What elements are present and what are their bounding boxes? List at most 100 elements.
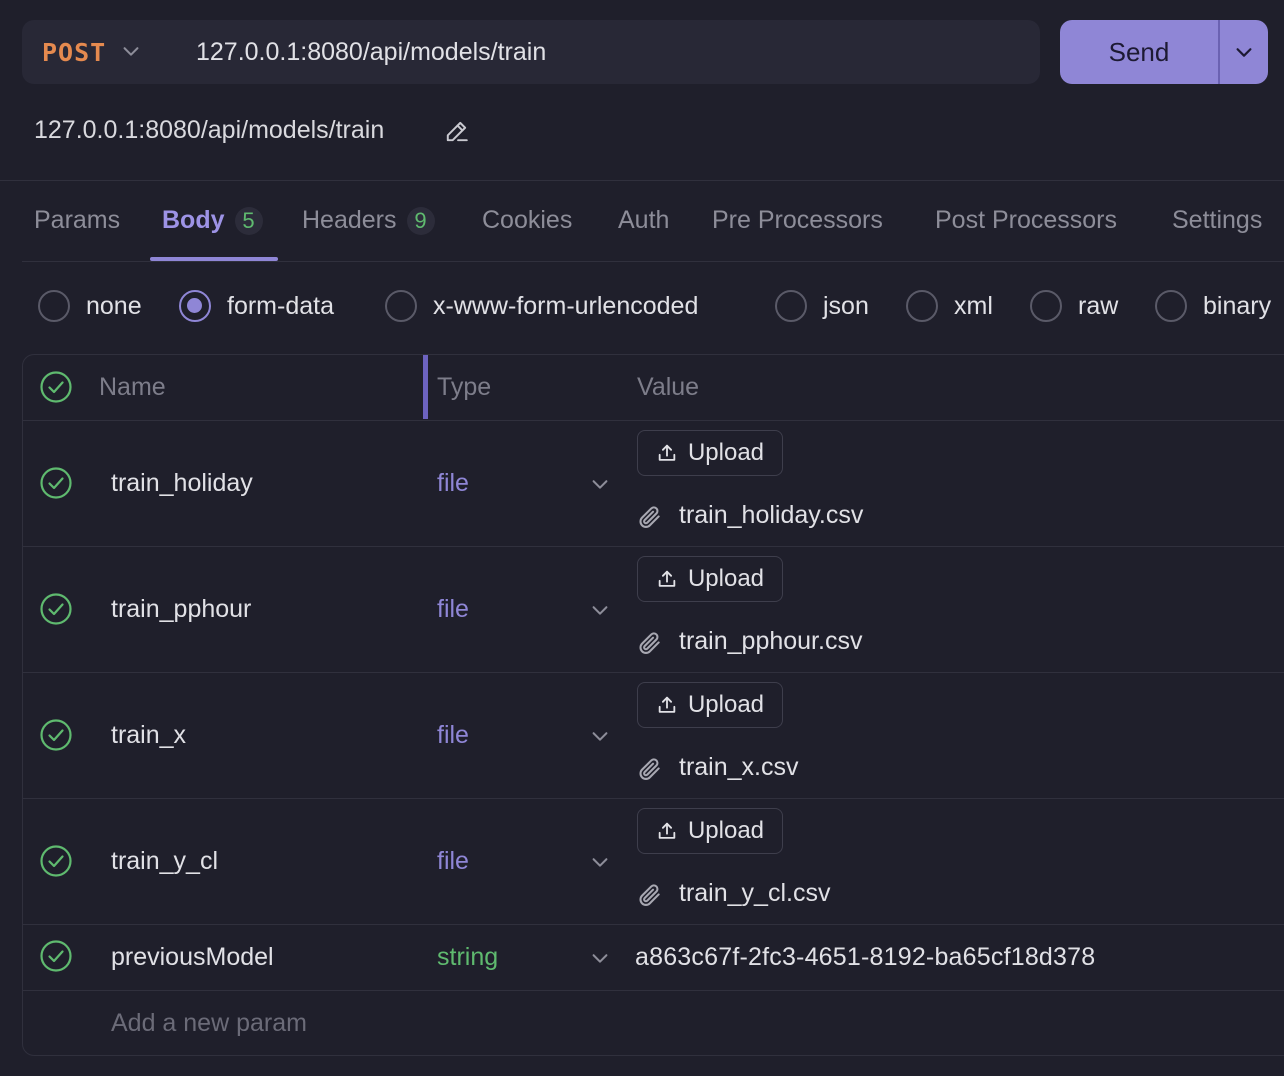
file-name: train_y_cl.csv bbox=[679, 879, 831, 907]
tab-pre-processors[interactable]: Pre Processors bbox=[712, 206, 883, 235]
tab-label: Auth bbox=[618, 206, 670, 234]
tab-label: Body bbox=[162, 206, 225, 234]
file-name: train_x.csv bbox=[679, 753, 799, 781]
radio-circle bbox=[385, 290, 417, 322]
check-circle-icon[interactable] bbox=[39, 592, 73, 626]
header-value: Value bbox=[637, 373, 700, 401]
radio-json[interactable]: json bbox=[775, 290, 869, 322]
check-circle-icon[interactable] bbox=[39, 718, 73, 752]
param-type[interactable]: string bbox=[437, 943, 498, 972]
tab-auth[interactable]: Auth bbox=[618, 206, 669, 235]
tab-label: Headers bbox=[302, 206, 397, 234]
tab-body[interactable]: Body 5 bbox=[162, 206, 263, 235]
url-input[interactable]: 127.0.0.1:8080/api/models/train bbox=[196, 38, 546, 67]
radio-circle bbox=[1155, 290, 1187, 322]
radio-xml[interactable]: xml bbox=[906, 290, 993, 322]
upload-button[interactable]: Upload bbox=[637, 682, 783, 728]
chevron-down-icon[interactable] bbox=[589, 599, 611, 621]
tab-settings[interactable]: Settings bbox=[1172, 206, 1262, 235]
radio-circle bbox=[775, 290, 807, 322]
param-name[interactable]: train_y_cl bbox=[111, 847, 218, 876]
add-param-input[interactable]: Add a new param bbox=[111, 1009, 307, 1038]
chevron-down-icon[interactable] bbox=[589, 947, 611, 969]
tab-label: Pre Processors bbox=[712, 206, 883, 234]
check-circle-icon[interactable] bbox=[39, 466, 73, 500]
upload-button[interactable]: Upload bbox=[637, 556, 783, 602]
upload-icon bbox=[658, 696, 676, 713]
param-name[interactable]: previousModel bbox=[111, 943, 274, 972]
edit-pencil-icon[interactable] bbox=[444, 118, 470, 144]
paperclip-icon bbox=[639, 884, 660, 906]
request-name: 127.0.0.1:8080/api/models/train bbox=[34, 116, 385, 144]
radio-label: form-data bbox=[227, 291, 334, 320]
column-resize-handle[interactable] bbox=[423, 355, 428, 419]
param-type[interactable]: file bbox=[437, 847, 469, 876]
tab-label: Post Processors bbox=[935, 206, 1118, 234]
tab-label: Settings bbox=[1172, 206, 1263, 234]
method-selector[interactable]: POST bbox=[42, 38, 106, 67]
paperclip-icon bbox=[639, 506, 660, 528]
param-type[interactable]: file bbox=[437, 595, 469, 624]
check-all-icon[interactable] bbox=[39, 370, 73, 404]
chevron-down-icon[interactable] bbox=[589, 473, 611, 495]
chevron-down-icon[interactable] bbox=[589, 725, 611, 747]
param-type[interactable]: file bbox=[437, 469, 469, 498]
check-circle-icon[interactable] bbox=[39, 939, 73, 973]
paperclip-icon bbox=[639, 632, 660, 654]
tab-badge: 5 bbox=[234, 206, 263, 235]
upload-icon bbox=[658, 570, 676, 587]
upload-icon bbox=[658, 444, 676, 461]
table-row: train_pphour file Upload train_pphour.cs… bbox=[23, 547, 1284, 673]
radio-binary[interactable]: binary bbox=[1155, 290, 1271, 322]
divider bbox=[0, 180, 1284, 181]
tab-cookies[interactable]: Cookies bbox=[482, 206, 572, 235]
param-name[interactable]: train_x bbox=[111, 721, 186, 750]
radio-x-www-form-urlencoded[interactable]: x-www-form-urlencoded bbox=[385, 290, 698, 322]
form-data-table: Name Type Value train_holiday file Uploa… bbox=[22, 354, 1284, 1056]
radio-circle bbox=[1030, 290, 1062, 322]
radio-none[interactable]: none bbox=[38, 290, 142, 322]
check-circle-icon[interactable] bbox=[39, 844, 73, 878]
url-bar: POST 127.0.0.1:8080/api/models/train bbox=[22, 20, 1040, 84]
radio-label: json bbox=[823, 291, 869, 320]
header-type: Type bbox=[437, 373, 492, 401]
tab-post-processors[interactable]: Post Processors bbox=[935, 206, 1117, 235]
table-row: train_y_cl file Upload train_y_cl.csv bbox=[23, 799, 1284, 925]
param-name[interactable]: train_holiday bbox=[111, 469, 253, 498]
param-type[interactable]: file bbox=[437, 721, 469, 750]
chevron-down-icon[interactable] bbox=[589, 851, 611, 873]
chevron-down-icon[interactable] bbox=[120, 40, 142, 62]
upload-icon bbox=[658, 822, 676, 839]
send-button[interactable]: Send bbox=[1060, 20, 1218, 84]
upload-label: Upload bbox=[687, 691, 765, 718]
table-row: previousModel string a863c67f-2fc3-4651-… bbox=[23, 925, 1284, 991]
radio-label: binary bbox=[1203, 291, 1272, 320]
radio-raw[interactable]: raw bbox=[1030, 290, 1118, 322]
param-value[interactable]: a863c67f-2fc3-4651-8192-ba65cf18d378 bbox=[635, 943, 1095, 972]
table-header: Name Type Value bbox=[23, 355, 1284, 421]
radio-label: xml bbox=[954, 291, 993, 320]
tab-label: Cookies bbox=[482, 206, 573, 234]
upload-button[interactable]: Upload bbox=[637, 808, 783, 854]
upload-label: Upload bbox=[687, 565, 765, 592]
upload-label: Upload bbox=[687, 817, 765, 844]
file-name: train_pphour.csv bbox=[679, 627, 863, 655]
header-name: Name bbox=[99, 373, 166, 401]
upload-label: Upload bbox=[687, 439, 765, 466]
radio-circle bbox=[906, 290, 938, 322]
param-name[interactable]: train_pphour bbox=[111, 595, 251, 624]
tab-params[interactable]: Params bbox=[34, 206, 120, 235]
radio-label: raw bbox=[1078, 291, 1119, 320]
tab-badge: 9 bbox=[406, 206, 435, 235]
radio-label: x-www-form-urlencoded bbox=[433, 291, 699, 320]
table-row: train_holiday file Upload train_holiday.… bbox=[23, 421, 1284, 547]
divider bbox=[22, 261, 1284, 262]
send-button-group: Send bbox=[1060, 20, 1268, 84]
tab-label: Params bbox=[34, 206, 121, 234]
file-name: train_holiday.csv bbox=[679, 501, 864, 529]
upload-button[interactable]: Upload bbox=[637, 430, 783, 476]
send-options-button[interactable] bbox=[1220, 20, 1268, 84]
tab-headers[interactable]: Headers 9 bbox=[302, 206, 435, 235]
radio-label: none bbox=[86, 291, 142, 320]
radio-form-data[interactable]: form-data bbox=[179, 290, 334, 322]
